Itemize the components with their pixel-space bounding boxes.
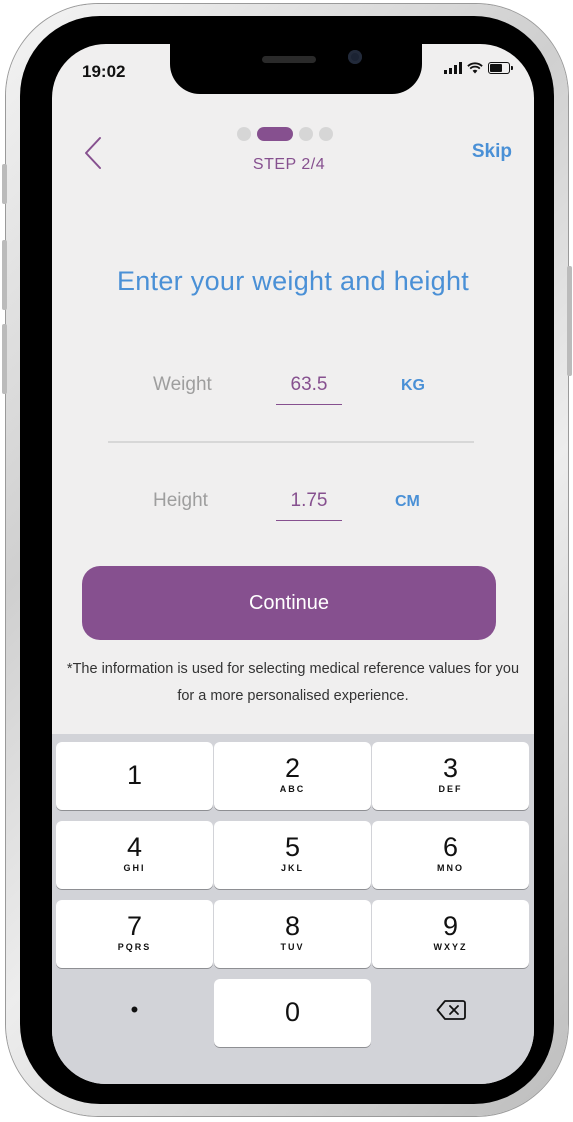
key-3-digit: 3 <box>442 753 459 783</box>
page-title: Enter your weight and height <box>116 266 470 296</box>
step-dot <box>319 127 333 141</box>
key-3[interactable]: 3 DEF <box>372 742 529 810</box>
key-5-digit: 5 <box>284 832 301 862</box>
key-6-letters: MNO <box>437 863 464 873</box>
height-label: Height <box>153 490 208 511</box>
weight-input[interactable]: 63.5 <box>276 374 342 405</box>
key-5[interactable]: 5 JKL <box>214 821 371 889</box>
status-icons <box>444 62 513 74</box>
key-4[interactable]: 4 GHI <box>56 821 213 889</box>
step-progress-indicator <box>237 127 333 141</box>
front-camera <box>348 50 362 64</box>
key-1-digit: 1 <box>126 760 143 790</box>
key-7[interactable]: 7 PQRS <box>56 900 213 968</box>
weight-label: Weight <box>153 374 212 395</box>
step-dot <box>237 127 251 141</box>
key-6-digit: 6 <box>442 832 459 862</box>
wifi-icon <box>467 62 483 74</box>
key-8-digit: 8 <box>284 911 301 941</box>
back-button[interactable] <box>82 134 106 172</box>
weight-unit: KG <box>401 377 425 394</box>
key-7-letters: PQRS <box>117 942 152 952</box>
mute-switch <box>2 164 7 204</box>
backspace-icon <box>436 1000 466 1020</box>
speaker <box>262 56 316 63</box>
key-8[interactable]: 8 TUV <box>214 900 371 968</box>
key-5-letters: JKL <box>280 863 304 873</box>
phone-screen: 19:02 STEP 2/4 Skip Enter your weight an… <box>52 44 534 1084</box>
key-4-digit: 4 <box>126 832 143 862</box>
phone-frame: 19:02 STEP 2/4 Skip Enter your weight an… <box>2 4 572 1116</box>
numeric-keypad: 1 2 ABC 3 DEF 4 GHI 5 JKL 6 MNO 7 PQRS 8… <box>52 734 534 1084</box>
volume-down-button <box>2 324 7 394</box>
key-6[interactable]: 6 MNO <box>372 821 529 889</box>
key-0[interactable]: 0 <box>214 979 371 1047</box>
battery-fill <box>490 64 502 72</box>
chevron-left-icon <box>85 137 101 169</box>
height-input[interactable]: 1.75 <box>276 490 342 521</box>
key-8-letters: TUV <box>280 942 305 952</box>
battery-icon <box>488 62 513 74</box>
key-3-letters: DEF <box>438 784 463 794</box>
volume-up-button <box>2 240 7 310</box>
key-decimal-label: • <box>130 997 139 1022</box>
key-2-digit: 2 <box>284 753 301 783</box>
skip-button[interactable]: Skip <box>472 141 512 163</box>
disclaimer-text: *The information is used for selecting m… <box>66 661 520 704</box>
step-label: STEP 2/4 <box>252 156 326 173</box>
key-9[interactable]: 9 WXYZ <box>372 900 529 968</box>
step-dot-active <box>257 127 293 141</box>
key-delete[interactable] <box>372 979 529 1047</box>
key-2[interactable]: 2 ABC <box>214 742 371 810</box>
divider <box>108 441 474 443</box>
key-9-letters: WXYZ <box>433 942 468 952</box>
key-7-digit: 7 <box>126 911 143 941</box>
key-decimal[interactable]: • <box>56 979 213 1047</box>
key-2-letters: ABC <box>279 784 306 794</box>
power-button <box>567 266 572 376</box>
continue-button[interactable]: Continue <box>82 566 496 640</box>
notch <box>170 44 422 94</box>
cellular-signal-icon <box>444 62 462 74</box>
key-4-letters: GHI <box>123 863 146 873</box>
key-9-digit: 9 <box>442 911 459 941</box>
key-1[interactable]: 1 <box>56 742 213 810</box>
key-0-digit: 0 <box>284 997 301 1027</box>
height-unit: CM <box>395 493 420 510</box>
step-dot <box>299 127 313 141</box>
status-time: 19:02 <box>82 62 126 81</box>
